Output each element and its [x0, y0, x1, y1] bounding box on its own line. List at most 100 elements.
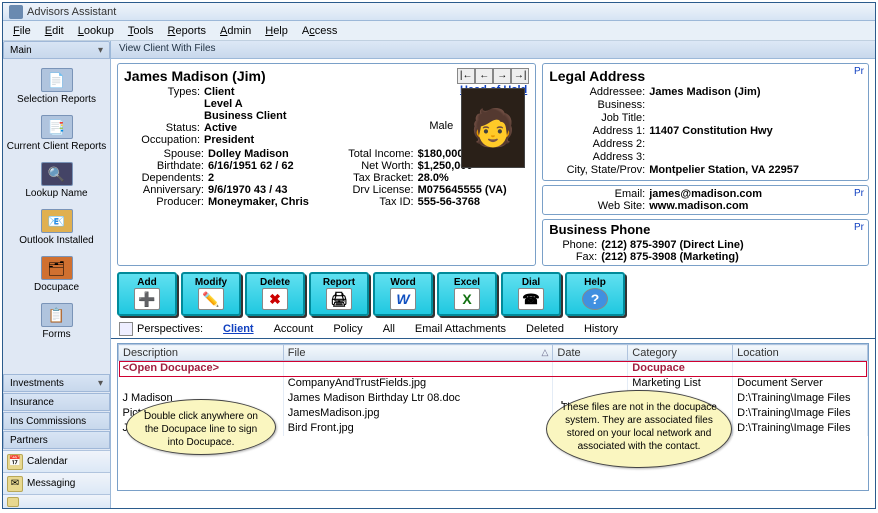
- table-row[interactable]: <Open Docupace> Docupace: [119, 361, 868, 376]
- printer-icon: 🖨: [326, 288, 352, 310]
- selection-reports-icon: 📄: [41, 68, 73, 92]
- messaging-icon: ✉: [7, 476, 23, 492]
- perspective-email-attachments[interactable]: Email Attachments: [415, 323, 506, 335]
- nav-prev-button[interactable]: ←: [475, 68, 493, 84]
- anniversary-value: 9/6/1970 43 / 43: [208, 184, 320, 196]
- menu-file[interactable]: File: [7, 23, 37, 39]
- anniversary-label: Anniversary:: [124, 184, 204, 196]
- add-button[interactable]: Add➕: [117, 272, 177, 316]
- nav-next-button[interactable]: →: [493, 68, 511, 84]
- prefs-link[interactable]: Pr: [854, 66, 864, 77]
- menu-reports[interactable]: Reports: [162, 23, 213, 39]
- email-value[interactable]: james@madison.com: [649, 188, 862, 200]
- perspective-policy[interactable]: Policy: [333, 323, 362, 335]
- word-icon: W: [390, 288, 416, 310]
- modify-icon: ✏️: [198, 288, 224, 310]
- sidebar-calendar[interactable]: 📅 Calendar: [3, 450, 110, 472]
- status-label: Status:: [124, 122, 204, 134]
- menu-admin[interactable]: Admin: [214, 23, 257, 39]
- prefs-link[interactable]: Pr: [854, 188, 864, 199]
- client-reports-icon: 📑: [41, 115, 73, 139]
- sidebar-tab-insurance[interactable]: Insurance: [3, 393, 110, 411]
- report-button[interactable]: Report🖨: [309, 272, 369, 316]
- col-description[interactable]: Description: [119, 345, 284, 361]
- sidebar-more[interactable]: [3, 494, 110, 508]
- prefs-link[interactable]: Pr: [854, 222, 864, 233]
- btn-label: Word: [390, 277, 415, 288]
- sidebar-bottom-label: Calendar: [27, 456, 68, 467]
- sidebar-item-current-client-reports[interactable]: 📑 Current Client Reports: [3, 111, 110, 158]
- sidebar-item-selection-reports[interactable]: 📄 Selection Reports: [3, 64, 110, 111]
- tax-bracket-value: 28.0%: [418, 172, 530, 184]
- fax-label: Fax:: [549, 251, 601, 263]
- perspective-account[interactable]: Account: [274, 323, 314, 335]
- spacer: [124, 98, 204, 110]
- perspectives-bar: Perspectives: Client Account Policy All …: [111, 320, 875, 339]
- menu-access[interactable]: Access: [296, 23, 343, 39]
- perspective-deleted[interactable]: Deleted: [526, 323, 564, 335]
- sidebar-item-lookup-name[interactable]: 🔍 Lookup Name: [3, 158, 110, 205]
- word-button[interactable]: WordW: [373, 272, 433, 316]
- perspective-client[interactable]: Client: [223, 323, 254, 335]
- sidebar-tab-partners[interactable]: Partners: [3, 431, 110, 449]
- menu-help[interactable]: Help: [259, 23, 294, 39]
- col-category[interactable]: Category: [628, 345, 733, 361]
- record-nav: |← ← → →|: [457, 68, 529, 84]
- nav-first-button[interactable]: |←: [457, 68, 475, 84]
- col-file-label: File: [288, 347, 306, 359]
- legal-title: Legal Address: [549, 68, 862, 84]
- city-value: Montpelier Station, VA 22957: [649, 164, 862, 176]
- calendar-icon: 📅: [7, 454, 23, 470]
- types-label: Types:: [124, 86, 204, 98]
- sidebar-messaging[interactable]: ✉ Messaging: [3, 472, 110, 494]
- birthdate-label: Birthdate:: [124, 160, 204, 172]
- menu-edit[interactable]: Edit: [39, 23, 70, 39]
- table-row[interactable]: CompanyAndTrustFields.jpg Marketing List…: [119, 376, 868, 391]
- dial-button[interactable]: Dial☎: [501, 272, 561, 316]
- binoculars-icon: 🔍: [41, 162, 73, 186]
- right-column: Pr Legal Address Addressee:James Madison…: [542, 63, 869, 266]
- sidebar-tab-investments[interactable]: Investments▾: [3, 374, 110, 392]
- phone-title: Business Phone: [549, 222, 862, 237]
- website-value[interactable]: www.madison.com: [649, 200, 862, 212]
- sidebar-tab-ins-commissions[interactable]: Ins Commissions: [3, 412, 110, 430]
- perspective-all[interactable]: All: [383, 323, 395, 335]
- tax-bracket-label: Tax Bracket:: [324, 172, 414, 184]
- cell: D:\Training\Image Files: [733, 391, 868, 406]
- delete-button[interactable]: Delete✖: [245, 272, 305, 316]
- sidebar-bottom-label: Messaging: [27, 478, 75, 489]
- jobtitle-value: [649, 112, 862, 124]
- fax-value: (212) 875-3908 (Marketing): [601, 251, 862, 263]
- help-button[interactable]: Help?: [565, 272, 625, 316]
- nav-last-button[interactable]: →|: [511, 68, 529, 84]
- table-header-row: Description File △ Date Category Locatio…: [119, 345, 868, 361]
- sidebar-tab-label: Insurance: [10, 397, 54, 408]
- menu-tools[interactable]: Tools: [122, 23, 160, 39]
- drv-license-value: M075645555 (VA): [418, 184, 530, 196]
- perspective-history[interactable]: History: [584, 323, 618, 335]
- net-worth-label: Net Worth:: [324, 160, 414, 172]
- sidebar-tab-main[interactable]: Main ▾: [3, 41, 110, 59]
- business-value: [649, 99, 862, 111]
- col-date[interactable]: Date: [553, 345, 628, 361]
- addressee-label: Addressee:: [549, 86, 649, 98]
- sidebar-item-docupace[interactable]: 🗂 Docupace: [3, 252, 110, 299]
- birthdate-value: 6/16/1951 62 / 62: [208, 160, 320, 172]
- modify-button[interactable]: Modify✏️: [181, 272, 241, 316]
- occupation-label: Occupation:: [124, 134, 204, 146]
- top-panes: James Madison (Jim) |← ← → →| Head of Hs…: [111, 59, 875, 266]
- menu-lookup[interactable]: Lookup: [72, 23, 120, 39]
- cell: James Madison Birthday Ltr 08.doc: [283, 391, 553, 406]
- sidebar-item-outlook[interactable]: 📧 Outlook Installed: [3, 205, 110, 252]
- excel-icon: X: [454, 288, 480, 310]
- col-file[interactable]: File △: [283, 345, 553, 361]
- sidebar-tab-label: Ins Commissions: [10, 416, 86, 427]
- view-header: View Client With Files: [111, 41, 875, 59]
- excel-button[interactable]: ExcelX: [437, 272, 497, 316]
- col-location[interactable]: Location: [733, 345, 868, 361]
- total-income-label: Total Income:: [324, 148, 414, 160]
- sidebar-item-forms[interactable]: 📋 Forms: [3, 299, 110, 346]
- sidebar-main-section: 📄 Selection Reports 📑 Current Client Rep…: [3, 60, 110, 350]
- btn-label: Excel: [454, 277, 480, 288]
- dial-icon: ☎: [518, 288, 544, 310]
